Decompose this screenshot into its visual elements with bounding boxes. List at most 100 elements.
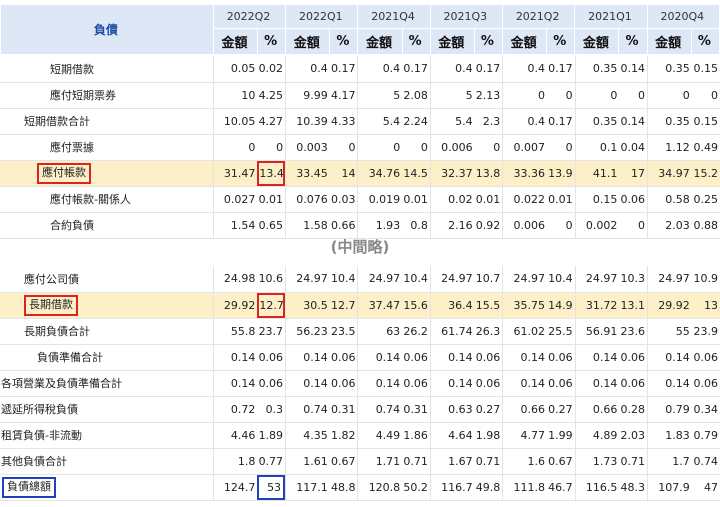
amount-cell: 0 <box>212 134 258 161</box>
amount-cell: 0.79 <box>647 396 692 423</box>
percent-cell: 1.99 <box>546 422 576 449</box>
amount-cell: 0.076 <box>285 186 330 213</box>
row-label: 短期借款 <box>0 56 214 83</box>
percent-cell: 0 <box>329 134 358 161</box>
percent-cell: 12.7 <box>257 292 286 319</box>
percent-cell: 0.15 <box>691 56 720 83</box>
row-label: 租賃負債-非流動 <box>0 422 214 449</box>
amount-header: 金額 <box>357 28 403 55</box>
amount-cell: 0.022 <box>502 186 547 213</box>
amount-cell: 61.02 <box>502 318 547 345</box>
amount-cell: 35.75 <box>502 292 547 319</box>
percent-cell: 0.31 <box>329 396 358 423</box>
percent-cell: 13.4 <box>257 160 286 187</box>
amount-cell: 5.4 <box>429 108 475 135</box>
table-row: 短期借款合計 10.05 4.27 10.39 4.33 5.4 2.24 5.4 2.3 0.4… <box>0 108 720 135</box>
amount-header: 金額 <box>429 28 475 55</box>
amount-cell: 37.47 <box>357 292 403 319</box>
row-label: 其他負債合計 <box>0 448 214 475</box>
amount-cell: 24.97 <box>647 266 692 293</box>
percent-cell: 0.01 <box>546 186 576 213</box>
percent-cell: 0.49 <box>691 134 720 161</box>
percent-header: % <box>618 28 648 55</box>
amount-cell: 0.66 <box>574 396 620 423</box>
row-label: 短期借款合計 <box>0 108 214 135</box>
amount-cell: 24.97 <box>574 266 620 293</box>
percent-cell: 0.3 <box>257 396 286 423</box>
amount-cell: 116.7 <box>429 474 475 501</box>
amount-cell: 1.7 <box>647 448 692 475</box>
percent-cell: 14.9 <box>546 292 576 319</box>
table-row: 長期借款 29.92 12.7 30.5 12.7 37.47 15.6 36.4 15.5 35… <box>0 292 720 319</box>
amount-cell: 24.98 <box>212 266 258 293</box>
amount-header: 金額 <box>574 28 620 55</box>
percent-cell: 53 <box>257 474 286 501</box>
percent-header: % <box>690 28 720 55</box>
highlight-box-percent: 53 <box>257 474 286 499</box>
percent-cell: 0.14 <box>619 56 648 83</box>
amount-cell: 0.007 <box>502 134 547 161</box>
highlight-box-percent: 12.7 <box>257 292 286 317</box>
table-row: 各項營業及負債準備合計 0.14 0.06 0.14 0.06 0.14 0.06 0.14 0… <box>0 370 720 397</box>
percent-cell: 49.8 <box>474 474 503 501</box>
amount-cell: 0.4 <box>357 56 403 83</box>
highlight-box-percent: 13.4 <box>257 160 286 185</box>
liability-header: 負債 <box>0 4 214 55</box>
amount-cell: 24.97 <box>357 266 403 293</box>
percent-cell: 10.6 <box>257 266 286 293</box>
percent-cell: 0.25 <box>691 186 720 213</box>
percent-cell: 12.7 <box>329 292 358 319</box>
liability-table-bottom: 應付公司債 24.98 10.6 24.97 10.4 24.97 10.4 24.97 10.… <box>0 266 720 501</box>
table-row: 負債準備合計 0.14 0.06 0.14 0.06 0.14 0.06 0.14 0.06 0.… <box>0 344 720 371</box>
percent-cell: 23.9 <box>691 318 720 345</box>
amount-cell: 0.4 <box>429 56 475 83</box>
amount-cell: 30.5 <box>285 292 330 319</box>
amount-cell: 124.7 <box>212 474 258 501</box>
amount-cell: 0.05 <box>212 56 258 83</box>
amount-cell: 55.8 <box>212 318 258 345</box>
percent-header: % <box>546 28 576 55</box>
amount-cell: 34.76 <box>357 160 403 187</box>
table-row: 應付公司債 24.98 10.6 24.97 10.4 24.97 10.4 24.97 10.… <box>0 266 720 293</box>
amount-cell: 0.14 <box>212 370 258 397</box>
amount-cell: 10.39 <box>285 108 330 135</box>
percent-cell: 0.01 <box>257 186 286 213</box>
amount-cell: 1.12 <box>647 134 692 161</box>
amount-cell: 0.66 <box>502 396 547 423</box>
row-label: 長期借款 <box>0 292 214 319</box>
amount-cell: 0.74 <box>357 396 403 423</box>
amount-header: 金額 <box>212 28 259 55</box>
period-header: 2021Q1 <box>574 4 648 29</box>
liability-table-top: 短期借款 0.05 0.02 0.4 0.17 0.4 0.17 0.4 0.17 0.4 0.17… <box>0 56 720 239</box>
row-label: 負債總額 <box>0 474 214 501</box>
row-label: 各項營業及負債準備合計 <box>0 370 214 397</box>
percent-cell: 0.06 <box>546 344 576 371</box>
percent-cell: 0.14 <box>619 108 648 135</box>
amount-cell: 24.97 <box>285 266 330 293</box>
percent-cell: 0.17 <box>402 56 431 83</box>
amount-cell: 0.14 <box>357 370 403 397</box>
amount-cell: 10.05 <box>212 108 258 135</box>
amount-cell: 36.4 <box>429 292 475 319</box>
percent-cell: 1.82 <box>329 422 358 449</box>
percent-cell: 0 <box>474 134 503 161</box>
percent-cell: 0.28 <box>619 396 648 423</box>
percent-cell: 2.3 <box>474 108 503 135</box>
percent-cell: 15.6 <box>402 292 431 319</box>
amount-cell: 0.35 <box>647 56 692 83</box>
percent-cell: 4.27 <box>257 108 286 135</box>
percent-cell: 0.27 <box>546 396 576 423</box>
amount-cell: 0 <box>647 82 692 109</box>
amount-cell: 0.14 <box>429 344 475 371</box>
percent-cell: 0.79 <box>691 422 720 449</box>
amount-cell: 33.36 <box>502 160 547 187</box>
amount-cell: 29.92 <box>212 292 258 319</box>
amount-cell: 120.8 <box>357 474 403 501</box>
table-row: 其他負債合計 1.8 0.77 1.61 0.67 1.71 0.71 1.67 0.71 1.6… <box>0 448 720 475</box>
amount-cell: 0.027 <box>212 186 258 213</box>
percent-cell: 50.2 <box>402 474 431 501</box>
percent-cell: 0.03 <box>329 186 358 213</box>
percent-cell: 0.67 <box>546 448 576 475</box>
amount-cell: 1.73 <box>574 448 620 475</box>
amount-cell: 0.14 <box>357 344 403 371</box>
